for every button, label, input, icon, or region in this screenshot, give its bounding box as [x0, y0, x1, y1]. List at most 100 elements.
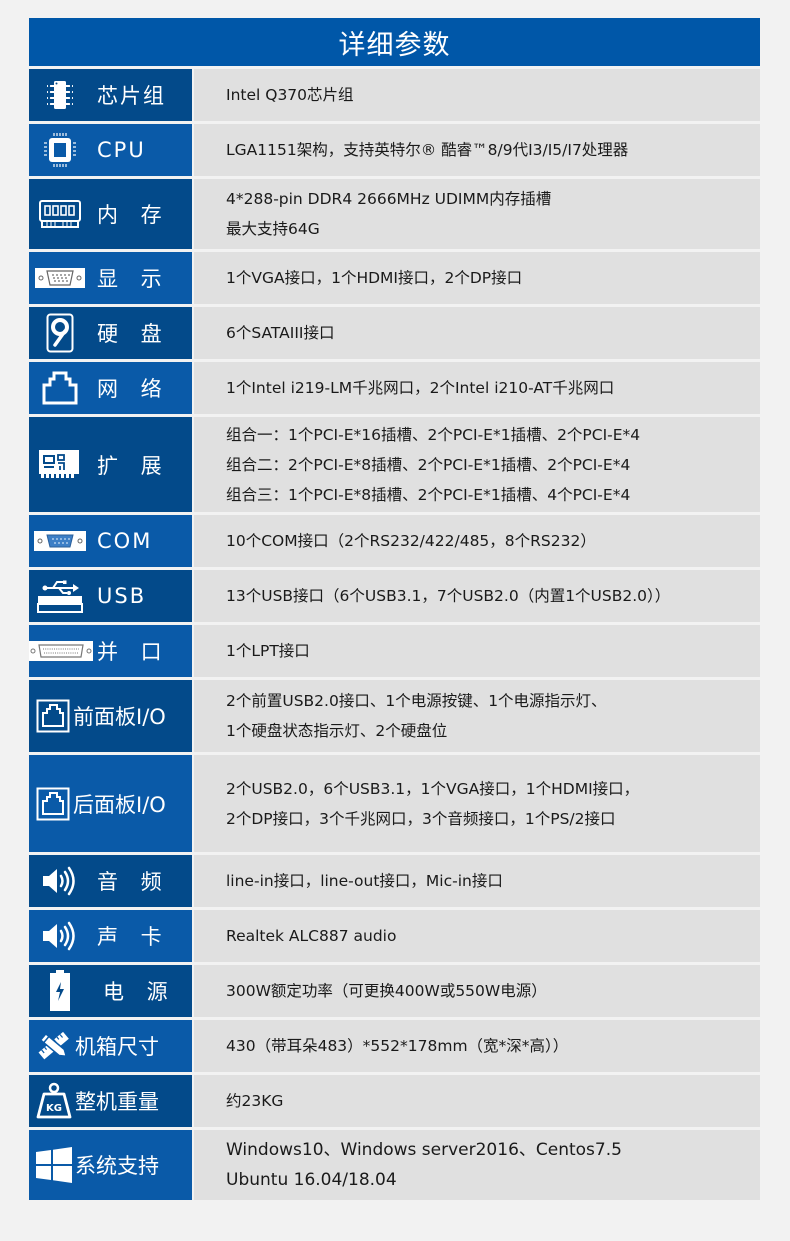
spec-value-cell: 430（带耳朵483）*552*178mm（宽*深*高）） [194, 1020, 760, 1072]
spec-value-line: 2个前置USB2.0接口、1个电源按键、1个电源指示灯、 [226, 692, 607, 710]
spec-value-line: Realtek ALC887 audio [226, 927, 397, 945]
spec-value-cell: 2个前置USB2.0接口、1个电源按键、1个电源指示灯、 1个硬盘状态指示灯、2… [194, 680, 760, 752]
spec-value-line: line-in接口，line-out接口，Mic-in接口 [226, 872, 503, 890]
spec-row-hdd: 硬 盘 6个SATAIII接口 [29, 307, 760, 359]
spec-label-cell: CPU [29, 124, 192, 176]
spec-value-line: 组合二：2个PCI-E*8插槽、2个PCI-E*1插槽、2个PCI-E*4 [226, 455, 631, 474]
chip-icon [31, 80, 89, 110]
spec-label: 网 络 [97, 377, 170, 401]
spec-value-cell: Realtek ALC887 audio [194, 910, 760, 962]
spec-label-cell: KG 整机重量 [29, 1075, 192, 1127]
spec-value-line: 组合一：1个PCI-E*16插槽、2个PCI-E*1插槽、2个PCI-E*4 [226, 425, 641, 444]
spec-value-cell: line-in接口，line-out接口，Mic-in接口 [194, 855, 760, 907]
spec-value-cell: Intel Q370芯片组 [194, 69, 760, 121]
spec-value-line: 1个Intel i219-LM千兆网口，2个Intel i210-AT千兆网口 [226, 379, 615, 397]
spec-label: 显 示 [97, 267, 170, 291]
spec-label: 整机重量 [75, 1090, 159, 1114]
spec-row-front-panel-io: 前面板I/O 2个前置USB2.0接口、1个电源按键、1个电源指示灯、 1个硬盘… [29, 680, 760, 752]
spec-label-cell: 机箱尺寸 [29, 1020, 192, 1072]
spec-label-cell: 扩 展 [29, 417, 192, 512]
spec-label-cell: 网 络 [29, 362, 192, 414]
spec-row-sound-card: 声 卡 Realtek ALC887 audio [29, 910, 760, 962]
spec-row-weight: KG 整机重量 约23KG [29, 1075, 760, 1127]
front-panel-port-icon [33, 699, 73, 733]
spec-value-line: 约23KG [226, 1092, 284, 1110]
spec-label: 硬 盘 [97, 322, 170, 346]
spec-value-line: LGA1151架构，支持英特尔® 酷睿™8/9代I3/I5/I7处理器 [226, 141, 629, 159]
spec-label: COM [97, 529, 153, 553]
spec-label-cell: 芯片组 [29, 69, 192, 121]
spec-value-cell: 1个VGA接口，1个HDMI接口，2个DP接口 [194, 252, 760, 304]
spec-value-cell: 组合一：1个PCI-E*16插槽、2个PCI-E*1插槽、2个PCI-E*4 组… [194, 417, 760, 512]
spec-value-cell: 6个SATAIII接口 [194, 307, 760, 359]
spec-label-cell: COM [29, 515, 192, 567]
vga-port-icon [31, 268, 89, 288]
spec-label: 内 存 [97, 203, 170, 227]
spec-label-cell: 内 存 [29, 179, 192, 249]
windows-logo-icon [33, 1147, 75, 1183]
spec-value-cell: 2个USB2.0，6个USB3.1，1个VGA接口，1个HDMI接口， 2个DP… [194, 755, 760, 852]
spec-label: 前面板I/O [73, 705, 166, 729]
rear-panel-port-icon [33, 787, 73, 821]
spec-row-chipset: 芯片组 Intel Q370芯片组 [29, 69, 760, 121]
spec-value-line: 1个VGA接口，1个HDMI接口，2个DP接口 [226, 269, 523, 287]
spec-sheet: 详细参数 芯片组 Intel Q370芯片组 CPU LGA1151架构，支持英… [29, 18, 760, 1200]
spec-label-cell: 电 源 [29, 965, 192, 1017]
spec-value-cell: LGA1151架构，支持英特尔® 酷睿™8/9代I3/I5/I7处理器 [194, 124, 760, 176]
spec-row-cpu: CPU LGA1151架构，支持英特尔® 酷睿™8/9代I3/I5/I7处理器 [29, 124, 760, 176]
spec-value-line: Ubuntu 16.04/18.04 [226, 1170, 397, 1190]
spec-row-parallel: 并 口 1个LPT接口 [29, 625, 760, 677]
spec-value-line: 13个USB接口（6个USB3.1，7个USB2.0（内置1个USB2.0）） [226, 587, 671, 605]
spec-label: 系统支持 [75, 1154, 159, 1178]
spec-value-line: 2个USB2.0，6个USB3.1，1个VGA接口，1个HDMI接口， [226, 779, 640, 798]
spec-label: 芯片组 [97, 84, 166, 108]
spec-value-line: 6个SATAIII接口 [226, 324, 335, 342]
spec-value-line: 最大支持64G [226, 220, 320, 238]
speaker-icon [31, 920, 89, 952]
spec-value-line: 4*288-pin DDR4 2666MHz UDIMM内存插槽 [226, 190, 552, 208]
expansion-card-icon [31, 449, 89, 480]
spec-row-expansion: 扩 展 组合一：1个PCI-E*16插槽、2个PCI-E*1插槽、2个PCI-E… [29, 417, 760, 512]
spec-value-line: 1个硬盘状态指示灯、2个硬盘位 [226, 722, 448, 740]
spec-value-line: 组合三：1个PCI-E*8插槽、2个PCI-E*1插槽、4个PCI-E*4 [226, 485, 631, 504]
spec-value-cell: Windows10、Windows server2016、Centos7.5 U… [194, 1130, 760, 1200]
spec-row-os-support: 系统支持 Windows10、Windows server2016、Centos… [29, 1130, 760, 1200]
cpu-icon [31, 133, 89, 167]
svg-text:KG: KG [46, 1103, 62, 1114]
spec-title: 详细参数 [29, 18, 760, 66]
spec-value-cell: 1个Intel i219-LM千兆网口，2个Intel i210-AT千兆网口 [194, 362, 760, 414]
memory-icon [31, 200, 89, 228]
spec-label: 并 口 [97, 640, 170, 664]
spec-value-line: 10个COM接口（2个RS232/422/485，8个RS232） [226, 532, 596, 550]
spec-row-memory: 内 存 4*288-pin DDR4 2666MHz UDIMM内存插槽 最大支… [29, 179, 760, 249]
spec-row-network: 网 络 1个Intel i219-LM千兆网口，2个Intel i210-AT千… [29, 362, 760, 414]
spec-label: 电 源 [103, 980, 176, 1004]
spec-label: 后面板I/O [73, 792, 166, 817]
spec-label: USB [97, 584, 147, 608]
ruler-pencil-icon [33, 1028, 75, 1064]
spec-row-chassis-size: 机箱尺寸 430（带耳朵483）*552*178mm（宽*深*高）） [29, 1020, 760, 1072]
spec-label: 声 卡 [97, 925, 170, 949]
spec-value-line: 300W额定功率（可更换400W或550W电源） [226, 982, 547, 1000]
spec-label-cell: 显 示 [29, 252, 192, 304]
speaker-icon [31, 865, 89, 897]
spec-value-cell: 4*288-pin DDR4 2666MHz UDIMM内存插槽 最大支持64G [194, 179, 760, 249]
spec-label-cell: 系统支持 [29, 1130, 192, 1200]
spec-value-cell: 1个LPT接口 [194, 625, 760, 677]
spec-label-cell: 音 频 [29, 855, 192, 907]
spec-label-cell: 并 口 [29, 625, 192, 677]
spec-label-cell: 硬 盘 [29, 307, 192, 359]
spec-label-cell: 声 卡 [29, 910, 192, 962]
spec-label: CPU [97, 138, 146, 162]
hard-disk-icon [31, 313, 89, 353]
spec-value-line: 2个DP接口，3个千兆网口，3个音频接口，1个PS/2接口 [226, 809, 616, 828]
serial-port-icon [31, 531, 89, 551]
spec-label: 扩 展 [97, 453, 170, 478]
spec-value-cell: 约23KG [194, 1075, 760, 1127]
spec-value-line: Windows10、Windows server2016、Centos7.5 [226, 1140, 622, 1160]
weight-kg-icon: KG [33, 1082, 75, 1120]
spec-value-cell: 300W额定功率（可更换400W或550W电源） [194, 965, 760, 1017]
spec-value-line: 430（带耳朵483）*552*178mm（宽*深*高）） [226, 1037, 569, 1055]
spec-value-cell: 13个USB接口（6个USB3.1，7个USB2.0（内置1个USB2.0）） [194, 570, 760, 622]
spec-row-power: 电 源 300W额定功率（可更换400W或550W电源） [29, 965, 760, 1017]
